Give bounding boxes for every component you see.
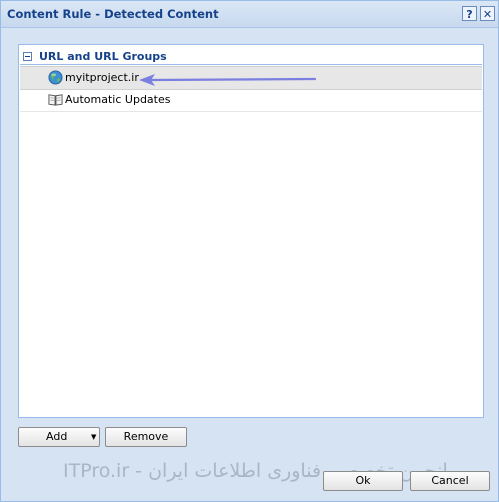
tree-item-label: Automatic Updates <box>65 93 171 106</box>
close-icon[interactable]: ✕ <box>480 6 495 21</box>
annotation-arrow-icon <box>139 74 317 86</box>
book-icon <box>48 94 63 106</box>
chevron-down-icon: ▼ <box>91 433 97 441</box>
detected-content-tree: URL and URL Groups myitproject.ir Automa… <box>18 44 484 418</box>
group-label: URL and URL Groups <box>39 50 167 63</box>
globe-icon <box>48 70 63 85</box>
help-icon[interactable]: ? <box>462 6 477 21</box>
tree-item-automatic-updates[interactable]: Automatic Updates <box>20 89 482 112</box>
remove-button[interactable]: Remove <box>105 427 187 447</box>
add-button-label: Add <box>46 430 68 443</box>
dialog-title: Content Rule - Detected Content <box>7 7 219 21</box>
tree-item-label: myitproject.ir <box>65 71 139 84</box>
content-rule-dialog: Content Rule - Detected Content ? ✕ URL … <box>0 0 499 502</box>
ok-button[interactable]: Ok <box>323 471 403 491</box>
collapse-icon[interactable] <box>23 52 32 61</box>
group-header-url[interactable]: URL and URL Groups <box>20 46 482 65</box>
add-button[interactable]: Add ▼ <box>18 427 100 447</box>
dialog-titlebar[interactable]: Content Rule - Detected Content ? ✕ <box>1 1 498 28</box>
cancel-button[interactable]: Cancel <box>410 471 490 491</box>
